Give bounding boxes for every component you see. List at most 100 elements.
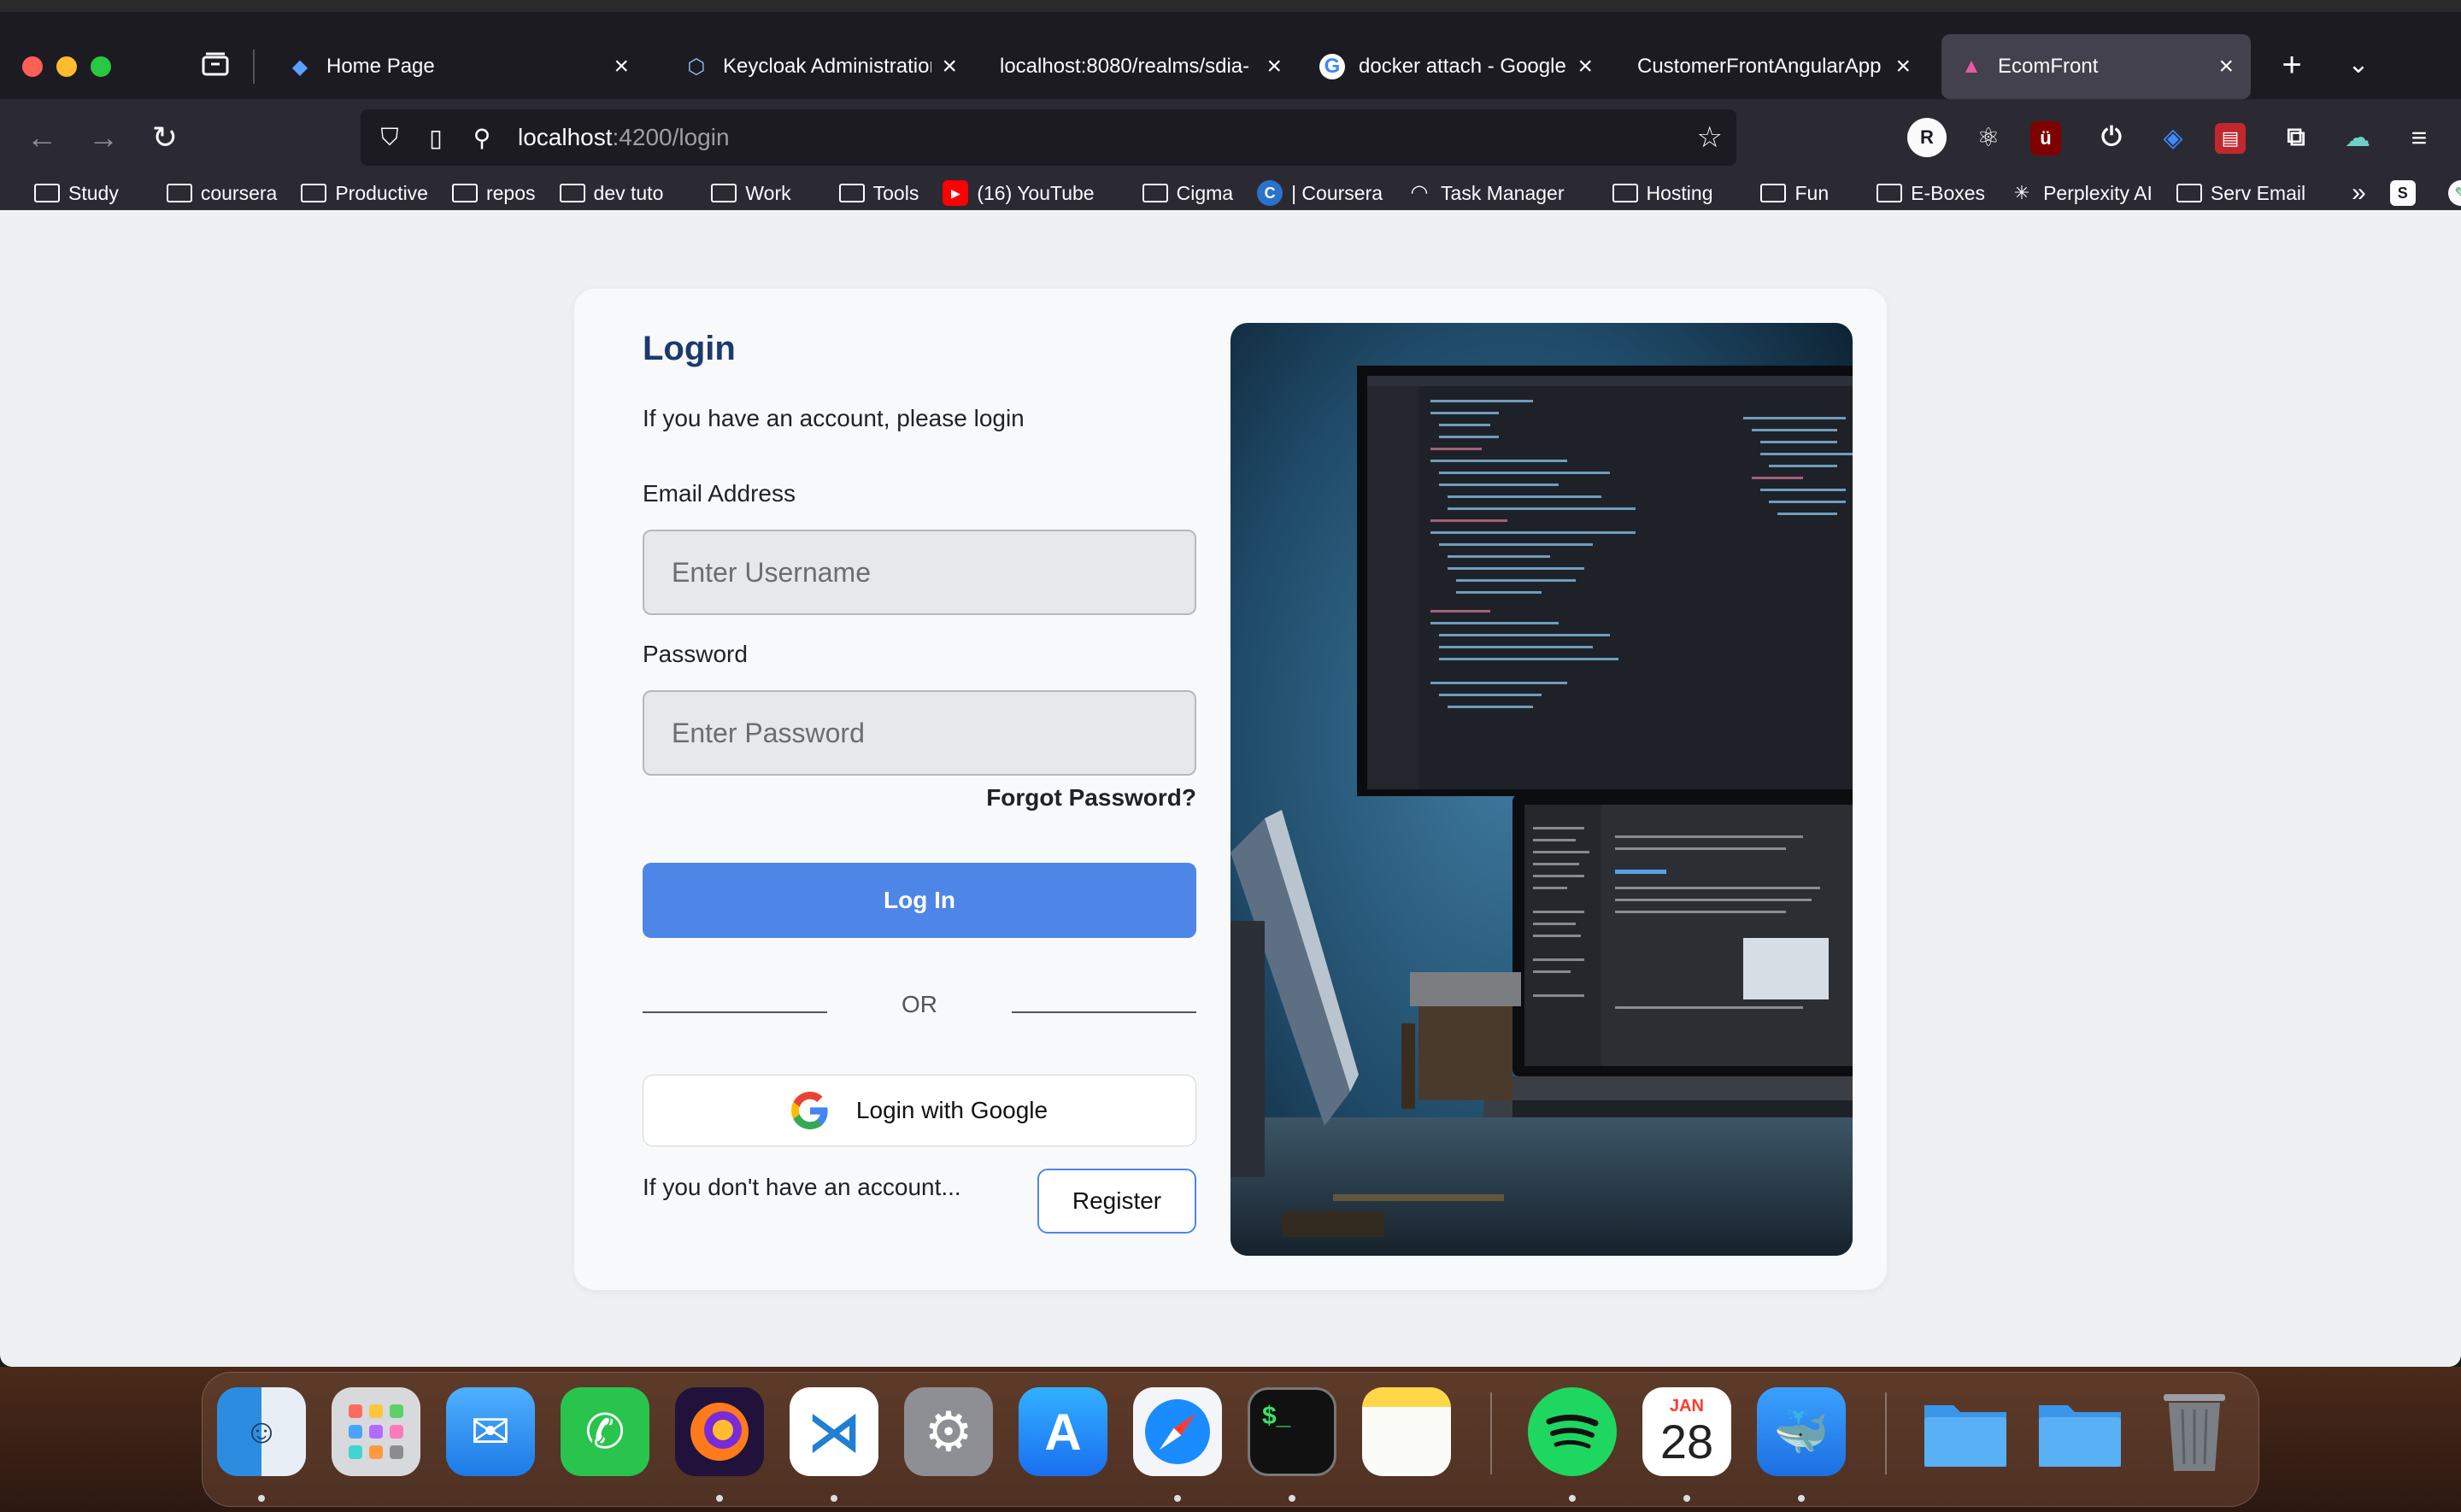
system-settings-icon[interactable]: ⚙ xyxy=(904,1387,993,1476)
bookmarks-toolbar: Study coursera Productive repos dev tuto… xyxy=(0,176,2461,210)
extension-r-icon[interactable]: R xyxy=(1907,118,1947,157)
running-indicator xyxy=(1683,1495,1690,1502)
close-tab-icon[interactable]: × xyxy=(1266,52,1282,81)
register-button[interactable]: Register xyxy=(1037,1169,1196,1234)
react-icon[interactable]: ⚛ xyxy=(1969,118,2008,157)
bookmark-youtube[interactable]: ▶ (16) YouTube xyxy=(943,180,1095,206)
ublock-icon[interactable]: ü xyxy=(2030,121,2061,155)
bookmark-label: Hosting xyxy=(1646,181,1713,204)
close-tab-icon[interactable]: × xyxy=(614,52,629,81)
more-bookmarks-icon[interactable]: » xyxy=(2352,179,2366,208)
compass-bookmark-icon[interactable]: ✎ xyxy=(2447,180,2461,206)
launchpad-icon[interactable] xyxy=(332,1387,420,1476)
tab-docker-attach[interactable]: G docker attach - Google S × xyxy=(1302,34,1610,99)
dock-separator xyxy=(1490,1392,1492,1474)
login-with-google-button[interactable]: Login with Google xyxy=(643,1075,1196,1146)
or-divider-text: OR xyxy=(902,991,937,1017)
url-host: localhost xyxy=(518,124,613,150)
trash-icon[interactable] xyxy=(2150,1387,2239,1476)
cloud-icon[interactable]: ☁ xyxy=(2338,118,2377,157)
safari-icon[interactable] xyxy=(1133,1387,1222,1476)
minimize-window-button[interactable] xyxy=(56,56,77,77)
calendar-icon[interactable]: JAN 28 xyxy=(1642,1387,1731,1476)
close-tab-icon[interactable]: × xyxy=(1895,52,1911,81)
menu-icon[interactable]: ≡ xyxy=(2399,118,2439,157)
bookmark-folder-study[interactable]: Study xyxy=(34,182,119,205)
running-indicator xyxy=(1174,1495,1181,1502)
bookmark-star-icon[interactable]: ☆ xyxy=(1697,120,1723,155)
forgot-password-link[interactable]: Forgot Password? xyxy=(986,784,1196,812)
mail-icon[interactable]: ✉ xyxy=(446,1387,535,1476)
tab-home-page[interactable]: ◆ Home Page × xyxy=(270,34,646,99)
close-window-button[interactable] xyxy=(22,56,43,77)
bookmark-task-manager[interactable]: ◠ Task Manager xyxy=(1407,180,1565,206)
reload-button[interactable]: ↻ xyxy=(144,116,186,159)
password-input[interactable] xyxy=(643,690,1196,776)
bookmark-folder-repos[interactable]: repos xyxy=(451,182,536,205)
bookmark-label: Tools xyxy=(872,181,919,204)
diamond-icon[interactable]: ◈ xyxy=(2153,118,2193,157)
page-icon[interactable]: ▯ xyxy=(419,124,453,152)
folder-icon xyxy=(166,184,192,202)
bookmark-label: | Coursera xyxy=(1291,181,1383,204)
whatsapp-icon[interactable]: ✆ xyxy=(561,1387,649,1476)
firefox-view-icon[interactable] xyxy=(197,50,234,87)
bookmark-perplexity[interactable]: ✳ Perplexity AI xyxy=(2009,180,2153,206)
bookmark-folder-tools[interactable]: Tools xyxy=(838,181,919,205)
firefox-icon[interactable] xyxy=(675,1387,764,1476)
app-store-icon[interactable]: A xyxy=(1019,1387,1107,1476)
no-account-text: If you don't have an account... xyxy=(643,1174,961,1200)
bookmark-folder-work[interactable]: Work xyxy=(711,182,791,205)
bookmark-folder-hosting[interactable]: Hosting xyxy=(1612,181,1713,205)
bookmark-folder-coursera[interactable]: coursera xyxy=(166,182,277,205)
folder-icon xyxy=(1760,184,1787,202)
new-tab-button[interactable]: + xyxy=(2273,46,2311,84)
close-tab-icon[interactable]: × xyxy=(1577,52,1593,81)
documents-folder-icon[interactable] xyxy=(2035,1387,2124,1476)
list-all-tabs-icon[interactable]: ⌄ xyxy=(2340,46,2377,84)
tab-localhost-realms[interactable]: localhost:8080/realms/sdia- × xyxy=(983,34,1299,99)
s-extension-icon[interactable]: S xyxy=(2389,180,2424,206)
bookmark-folder-cigma[interactable]: Cigma xyxy=(1142,182,1233,205)
downloads-folder-icon[interactable] xyxy=(1921,1387,2010,1476)
tab-label: CustomerFrontAngularApp xyxy=(1637,55,1882,78)
permissions-icon[interactable]: ⚲ xyxy=(465,124,499,152)
vscode-icon[interactable]: ⋊ xyxy=(790,1387,878,1476)
puzzle-icon[interactable]: ⧉ xyxy=(2276,118,2316,157)
bookmark-coursera[interactable]: C | Coursera xyxy=(1257,180,1383,206)
leaf-icon: ✎ xyxy=(2447,180,2461,206)
browser-tab-strip: ◆ Home Page × ⬡ Keycloak Administration … xyxy=(0,12,2461,99)
bookmark-label: (16) YouTube xyxy=(977,181,1095,204)
tab-ecomfront[interactable]: ▲ EcomFront × xyxy=(1941,34,2251,99)
shield-icon[interactable]: ⛉ xyxy=(373,124,407,152)
forward-button[interactable]: → xyxy=(82,116,125,159)
close-tab-icon[interactable]: × xyxy=(942,52,957,81)
login-button[interactable]: Log In xyxy=(643,863,1196,938)
email-label: Email Address xyxy=(643,480,796,507)
tab-label: localhost:8080/realms/sdia- xyxy=(1000,55,1250,78)
running-indicator xyxy=(831,1495,837,1502)
folder-icon xyxy=(451,184,478,202)
tab-customer-front[interactable]: CustomerFrontAngularApp × xyxy=(1620,34,1928,99)
login-card: Login If you have an account, please log… xyxy=(574,289,1887,1290)
zoom-window-button[interactable] xyxy=(91,56,111,77)
spotify-icon[interactable] xyxy=(1528,1387,1617,1476)
bookmark-folder-fun[interactable]: Fun xyxy=(1760,182,1829,205)
close-tab-icon[interactable]: × xyxy=(2218,52,2234,81)
power-icon[interactable]: ⏻ xyxy=(2092,118,2131,157)
bookmark-folder-productive[interactable]: Productive xyxy=(301,182,428,205)
address-bar[interactable]: ⛉ ▯ ⚲ localhost:4200/login ☆ xyxy=(361,109,1736,166)
finder-icon[interactable]: ☺ xyxy=(217,1387,306,1476)
folder-icon xyxy=(1142,184,1168,202)
bookmark-folder-dev-tuto[interactable]: dev tuto xyxy=(559,181,664,205)
tab-keycloak[interactable]: ⬡ Keycloak Administration × xyxy=(667,34,974,99)
terminal-icon[interactable]: $_ xyxy=(1248,1387,1336,1476)
email-input[interactable] xyxy=(643,530,1196,615)
notes-icon[interactable] xyxy=(1362,1387,1451,1476)
pdf-icon[interactable]: ▤ xyxy=(2215,123,2246,154)
bookmark-folder-e-boxes[interactable]: E-Boxes xyxy=(1877,182,1985,205)
docker-icon[interactable]: 🐳 xyxy=(1757,1387,1846,1476)
back-button[interactable]: ← xyxy=(21,116,63,159)
bookmark-label: dev tuto xyxy=(593,181,664,204)
bookmark-folder-serv-email[interactable]: Serv Email xyxy=(2176,182,2305,205)
